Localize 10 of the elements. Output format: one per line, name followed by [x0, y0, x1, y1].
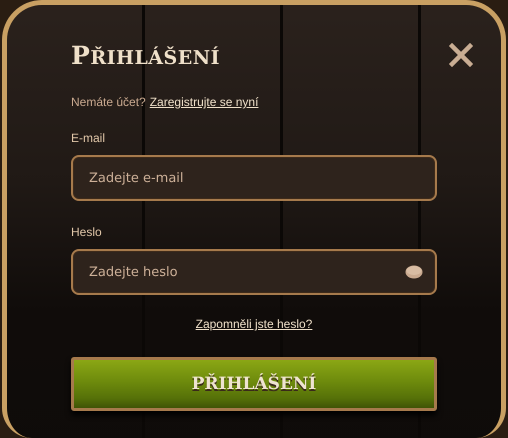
register-link[interactable]: Zaregistrujte se nyní [150, 95, 258, 109]
email-field[interactable]: Zadejte e-mail [71, 155, 437, 201]
forgot-password-link[interactable]: Zapomněli jste heslo? [196, 317, 312, 331]
close-button[interactable] [449, 43, 473, 67]
field-label: E-mail [71, 131, 106, 145]
dialog-title: PŘIHLÁŠENÍ [71, 40, 220, 70]
field-label: Heslo [71, 225, 103, 239]
password-field[interactable]: Zadejte heslo [71, 249, 437, 295]
close-icon [449, 43, 473, 67]
register-prompt: Nemáte účet? [71, 95, 146, 109]
